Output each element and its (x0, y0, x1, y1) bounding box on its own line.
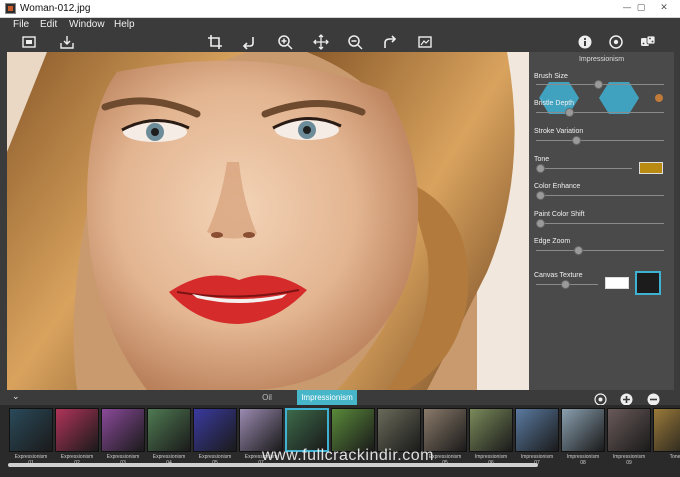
tone-color-swatch[interactable] (639, 162, 663, 174)
paint-color-shift-slider[interactable] (536, 223, 664, 224)
thumbnail-image (653, 408, 680, 452)
texture-preview[interactable] (635, 271, 661, 295)
preset-thumbnail[interactable]: Impressionism06 (469, 408, 513, 466)
compare-icon[interactable] (417, 34, 433, 50)
preset-thumbnail[interactable]: Expressionism01 (9, 408, 53, 466)
canvas-texture-swatch[interactable] (605, 277, 629, 289)
preset-tab-bar: ⌄ Oil Impressionism (0, 390, 680, 406)
remove-icon[interactable] (647, 391, 660, 406)
edge-zoom-label: Edge Zoom (534, 238, 571, 245)
menu-help[interactable]: Help (114, 19, 135, 30)
preset-thumbnail[interactable]: Impressionism 09 (607, 408, 651, 466)
paint-color-shift-label: Paint Color Shift (534, 211, 585, 218)
thumbnail-image (423, 408, 467, 452)
thumbnail-image (101, 408, 145, 452)
preset-thumbnail[interactable]: Impressionism 08 (561, 408, 605, 466)
thumbnail-image (469, 408, 513, 452)
bristle-depth-label: Bristle Depth (534, 100, 575, 107)
info-icon[interactable] (577, 34, 593, 50)
window-title: Woman-012.jpg (20, 3, 91, 14)
canvas-texture-label: Canvas Texture (534, 272, 583, 279)
tone-slider[interactable] (536, 168, 632, 169)
close-button[interactable]: ✕ (655, 2, 673, 14)
panel-title: Impressionism (578, 56, 625, 63)
color-enhance-slider[interactable] (536, 195, 664, 196)
thumbnail-image (55, 408, 99, 452)
thumbnail-caption: Impressionism 08 (557, 454, 609, 466)
title-bar: Woman-012.jpg — ▢ ✕ (0, 0, 680, 18)
stroke-variation-label: Stroke Variation (534, 128, 584, 135)
collapse-strip-icon[interactable]: ⌄ (12, 392, 20, 402)
tone-label: Tone (534, 156, 550, 163)
color-enhance-thumb[interactable] (536, 191, 545, 200)
crop-icon[interactable] (207, 34, 223, 50)
preset-thumbnail[interactable]: Expressionism04 (147, 408, 191, 466)
thumbnail-name: Tone (669, 454, 680, 460)
thumbnail-image (285, 408, 329, 452)
edge-zoom-slider[interactable] (536, 250, 664, 251)
thumbnail-image (239, 408, 283, 452)
random-dice-icon[interactable] (640, 34, 656, 50)
edge-zoom-thumb[interactable] (574, 246, 584, 255)
color-enhance-label: Color Enhance (534, 183, 581, 190)
app-icon (5, 3, 16, 14)
zoom-out-icon[interactable] (347, 34, 363, 50)
thumbnail-number: 09 (626, 460, 632, 466)
paint-color-shift-thumb[interactable] (536, 219, 545, 228)
watermark-text: www.fullcrackindir.com (262, 447, 434, 464)
fit-screen-icon[interactable] (21, 34, 37, 50)
tab-oil[interactable]: Oil (242, 390, 292, 405)
preset-thumbnail[interactable]: Expressionism03 (101, 408, 145, 466)
redo-icon[interactable] (382, 34, 398, 50)
move-icon[interactable] (313, 34, 329, 50)
tone-thumb[interactable] (536, 164, 545, 173)
preset-thumbnail[interactable]: Tone (653, 408, 680, 460)
image-canvas[interactable] (7, 52, 529, 390)
canvas-texture-thumb[interactable] (560, 280, 570, 289)
menu-bar: File Edit Window Help (0, 18, 680, 33)
toolbar (0, 33, 680, 52)
zoom-in-icon[interactable] (277, 34, 293, 50)
thumbnail-caption: Impressionism 09 (603, 454, 655, 466)
thumbnail-image (607, 408, 651, 452)
menu-edit[interactable]: Edit (40, 19, 57, 30)
preset-icon[interactable] (594, 391, 607, 406)
preset-thumbnail[interactable]: Expressionism02 (55, 408, 99, 466)
maximize-button[interactable]: ▢ (632, 2, 650, 14)
thumbnail-image (561, 408, 605, 452)
thumbnail-image (193, 408, 237, 452)
undo-icon[interactable] (241, 34, 257, 50)
thumbnail-number: 08 (580, 460, 586, 466)
brush-size-label: Brush Size (534, 73, 568, 80)
painted-portrait-image (7, 52, 529, 390)
thumbnail-image (331, 408, 375, 452)
add-icon[interactable] (620, 391, 633, 406)
stroke-variation-slider[interactable] (536, 140, 664, 141)
bristle-depth-thumb[interactable] (564, 108, 574, 117)
menu-file[interactable]: File (13, 19, 29, 30)
menu-window[interactable]: Window (69, 19, 105, 30)
tab-impressionism[interactable]: Impressionism (297, 390, 357, 405)
thumbnail-image (515, 408, 559, 452)
thumbnail-caption: Tone (649, 454, 680, 460)
app-window: Woman-012.jpg — ▢ ✕ File Edit Window Hel… (0, 0, 680, 477)
effect-settings-panel: Impressionism Brush Size Bristle Depth S… (529, 52, 674, 390)
thumbnail-image (9, 408, 53, 452)
preset-thumbnail[interactable]: Expressionism05 (193, 408, 237, 466)
preset-thumbnail[interactable]: Impressionism07 (515, 408, 559, 466)
thumbnail-image (147, 408, 191, 452)
stroke-variation-thumb[interactable] (571, 136, 581, 145)
thumbnail-image (377, 408, 421, 452)
save-icon[interactable] (59, 34, 75, 50)
settings-icon[interactable] (608, 34, 624, 50)
bristle-depth-slider[interactable] (536, 112, 664, 113)
